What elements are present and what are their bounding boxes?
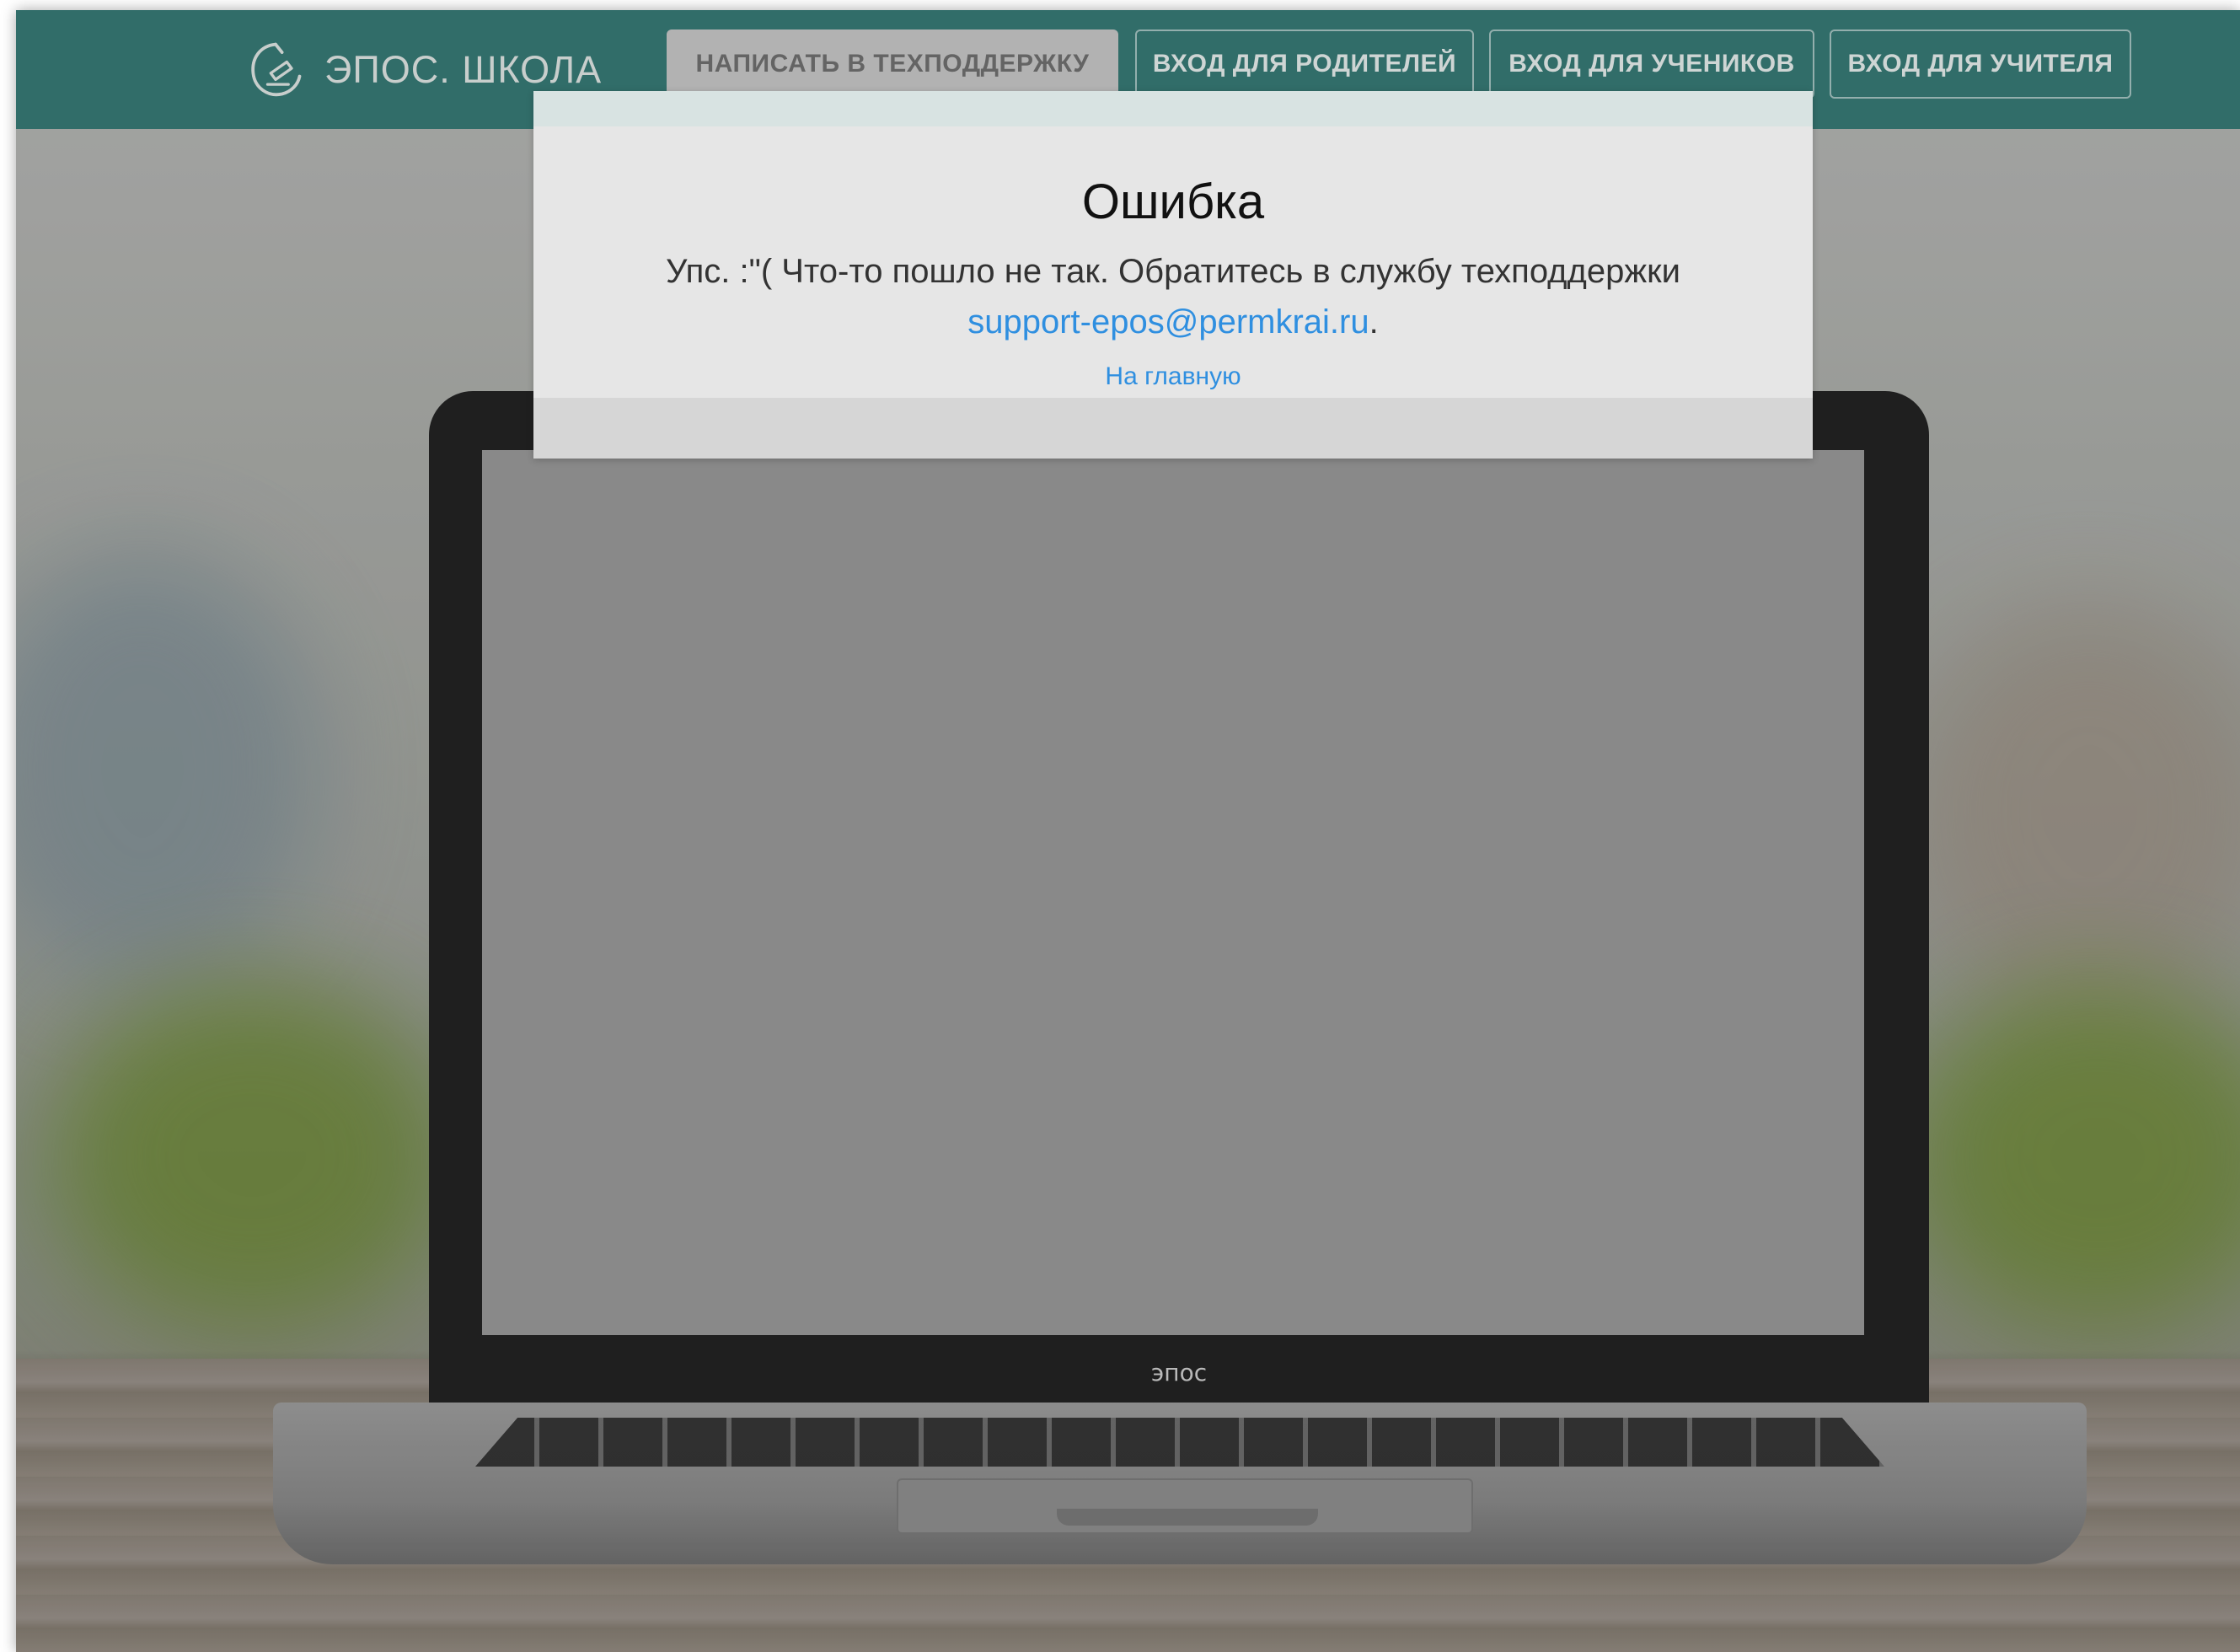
error-email-line: support-epos@permkrai.ru. (533, 303, 1813, 341)
support-email-link[interactable]: support-epos@permkrai.ru (967, 303, 1369, 341)
home-link[interactable]: На главную (533, 362, 1813, 391)
error-dialog: Ошибка Упс. :"( Что-то пошло не так. Обр… (533, 91, 1813, 459)
dialog-title: Ошибка (1081, 174, 1265, 229)
error-message: Упс. :"( Что-то пошло не так. Обратитесь… (666, 253, 1680, 290)
dialog-top-strip (533, 91, 1813, 126)
email-period: . (1369, 303, 1379, 341)
browser-viewport: эпос ЭПОС. ШКОЛА НАПИСАТЬ В ТЕХПОДДЕРЖКУ… (16, 10, 2240, 1652)
dialog-footer (533, 398, 1813, 459)
